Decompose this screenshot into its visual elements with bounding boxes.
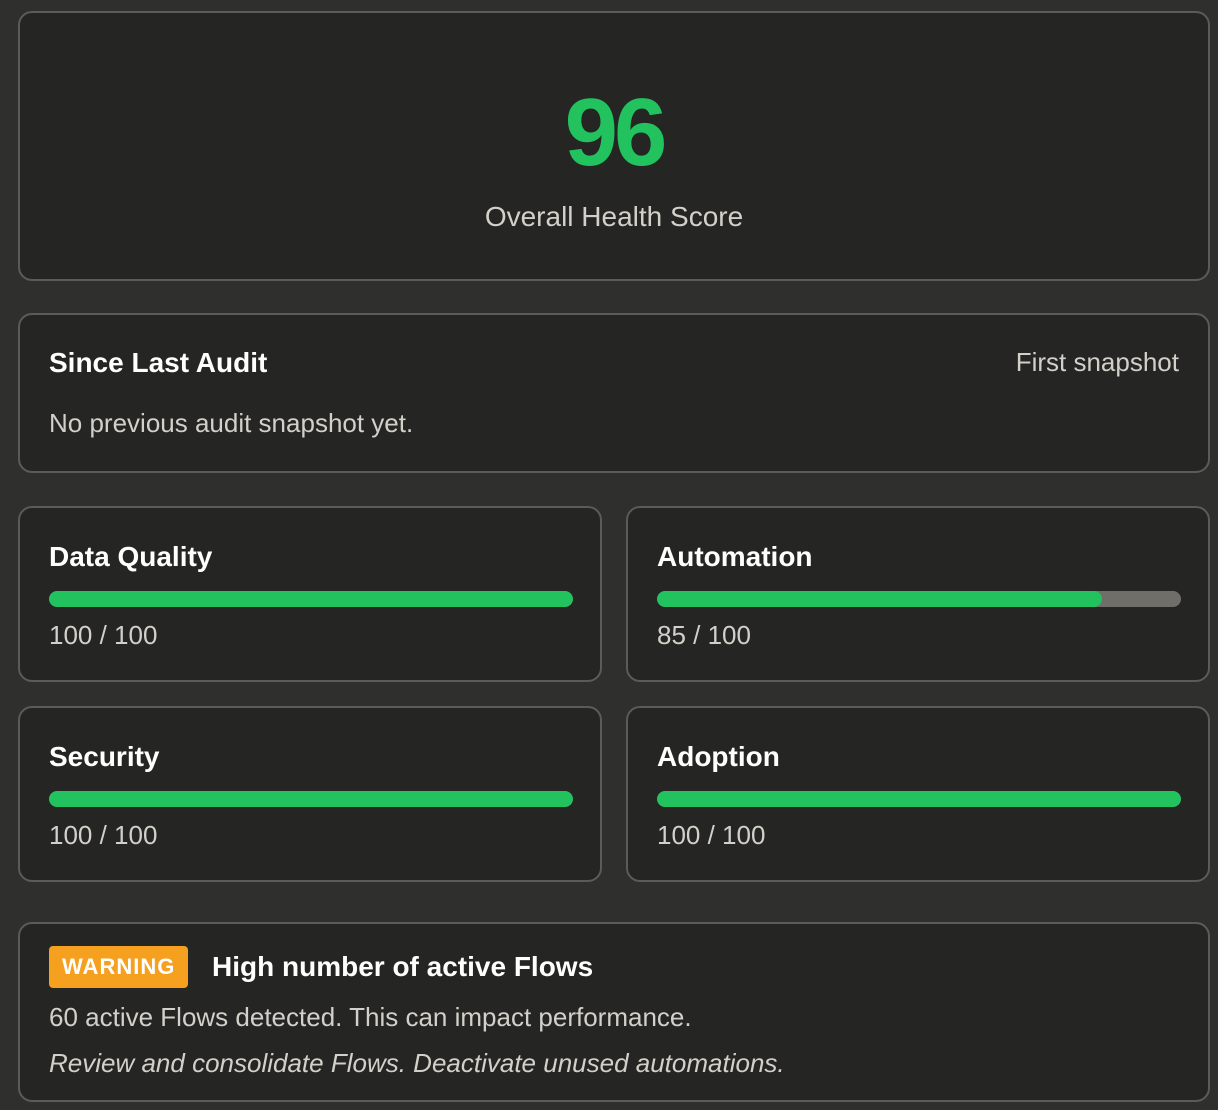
warning-description: 60 active Flows detected. This can impac… bbox=[49, 1002, 692, 1032]
metric-progress-fill bbox=[49, 791, 573, 807]
metric-score-text: 100 / 100 bbox=[657, 820, 766, 850]
metric-score-text: 100 / 100 bbox=[49, 820, 158, 850]
metric-card-adoption: Adoption 100 / 100 bbox=[626, 706, 1210, 882]
metric-card-automation: Automation 85 / 100 bbox=[626, 506, 1210, 682]
metric-progress-fill bbox=[49, 591, 573, 607]
metric-title: Data Quality bbox=[49, 541, 213, 572]
metric-title: Adoption bbox=[657, 741, 780, 772]
warning-title: High number of active Flows bbox=[212, 951, 594, 982]
since-last-audit-card: Since Last Audit First snapshot No previ… bbox=[18, 313, 1210, 473]
overall-score-value: 96 bbox=[564, 79, 668, 186]
metric-progress-fill bbox=[657, 791, 1181, 807]
warning-recommendation: Review and consolidate Flows. Deactivate… bbox=[49, 1048, 785, 1078]
audit-message: No previous audit snapshot yet. bbox=[49, 408, 414, 438]
metric-progress-track bbox=[657, 791, 1181, 807]
since-last-audit-title: Since Last Audit bbox=[49, 347, 268, 378]
metric-progress-track bbox=[657, 591, 1181, 607]
overall-score-label: Overall Health Score bbox=[484, 201, 744, 232]
metric-card-security: Security 100 / 100 bbox=[18, 706, 602, 882]
first-snapshot-label: First snapshot bbox=[1015, 347, 1179, 377]
metric-progress-track bbox=[49, 591, 573, 607]
metric-title: Security bbox=[49, 741, 160, 772]
metric-title: Automation bbox=[657, 541, 813, 572]
warning-card: WARNING High number of active Flows 60 a… bbox=[18, 922, 1210, 1102]
metric-progress-fill bbox=[657, 591, 1103, 607]
metric-progress-track bbox=[49, 791, 573, 807]
metric-score-text: 100 / 100 bbox=[49, 620, 158, 650]
overall-score-card: 96 Overall Health Score bbox=[18, 11, 1210, 281]
warning-badge: WARNING bbox=[49, 946, 189, 988]
metric-card-data-quality: Data Quality 100 / 100 bbox=[18, 506, 602, 682]
metric-score-text: 85 / 100 bbox=[657, 620, 751, 650]
